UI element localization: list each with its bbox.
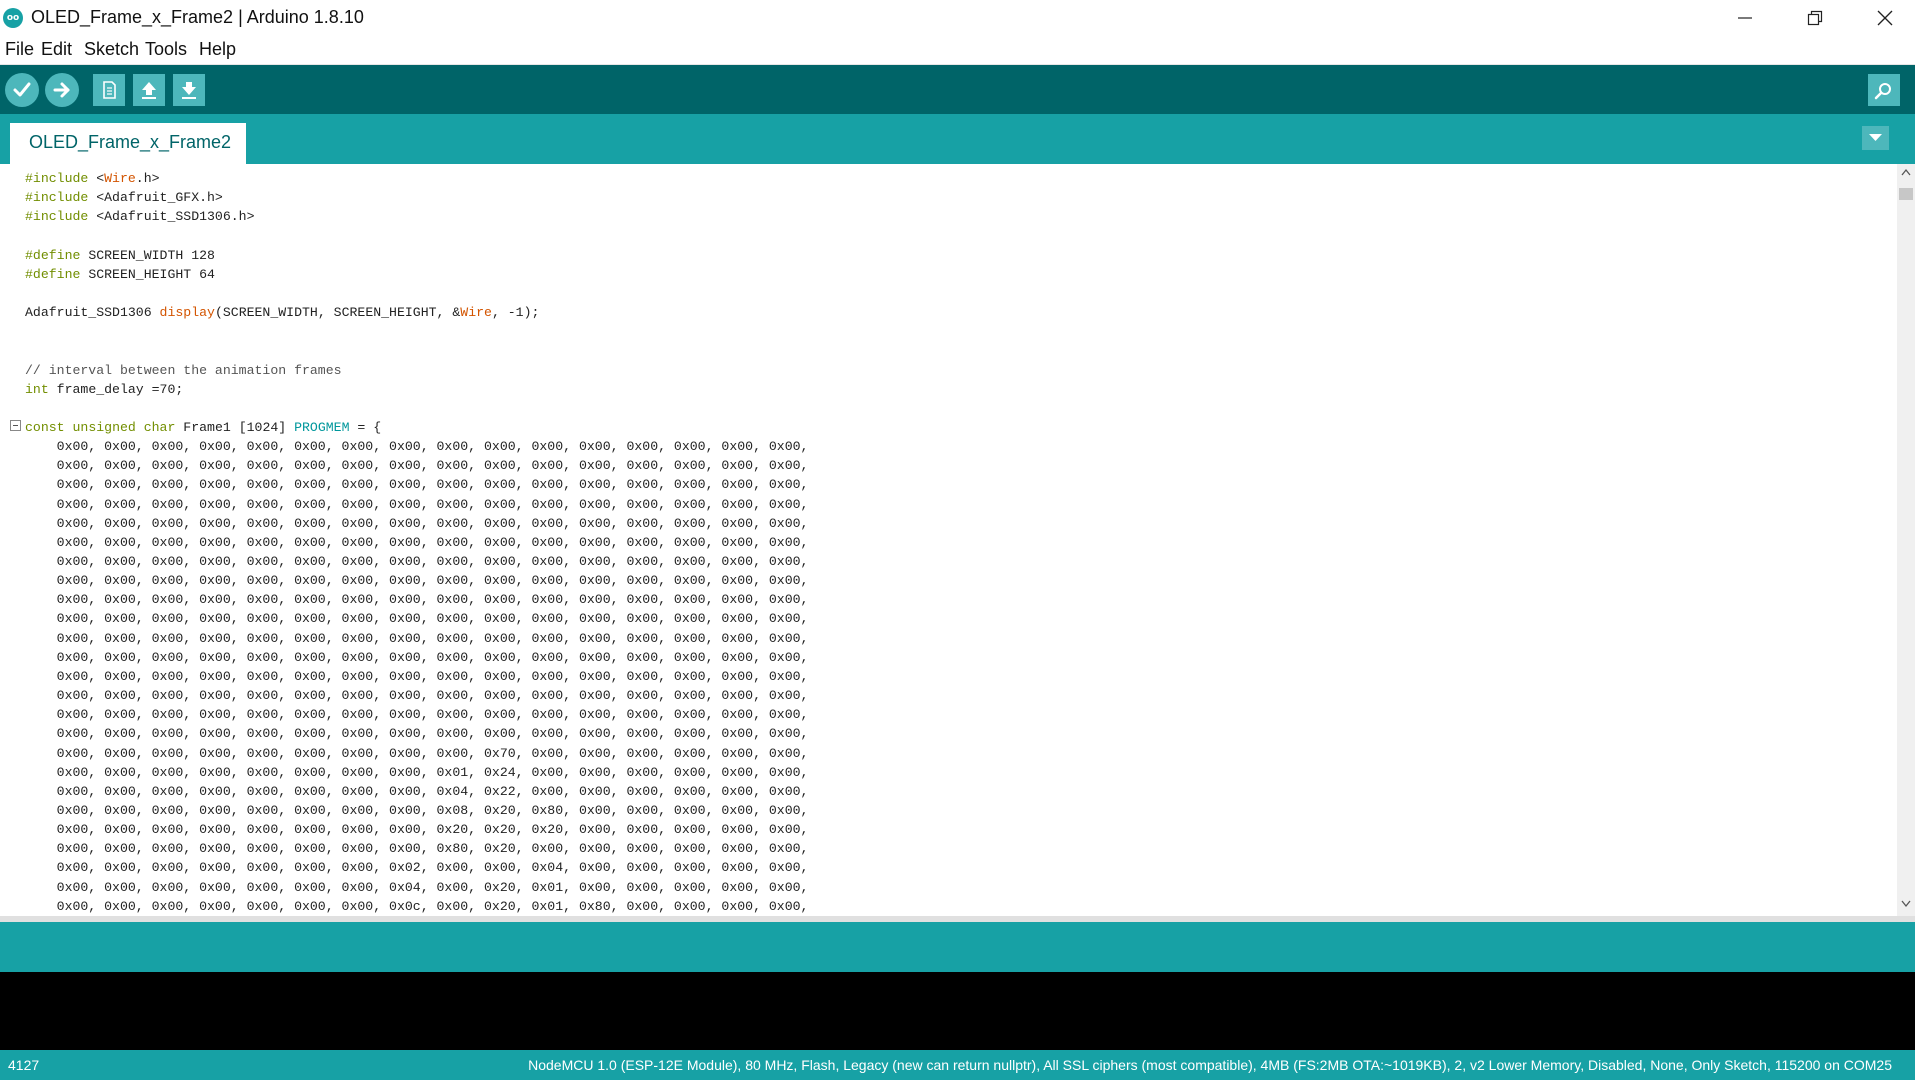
status-bar: 4127 NodeMCU 1.0 (ESP-12E Module), 80 MH… — [0, 1050, 1915, 1080]
code-line: #define SCREEN_HEIGHT 64 — [25, 266, 215, 282]
line-number: 4127 — [8, 1057, 40, 1073]
arduino-logo-icon: oo — [3, 8, 23, 28]
code-line: 0x00, 0x00, 0x00, 0x00, 0x00, 0x00, 0x00… — [25, 707, 809, 723]
minimize-button[interactable] — [1710, 0, 1780, 36]
scroll-up-arrow-icon[interactable] — [1901, 168, 1911, 176]
code-line: #include <Adafruit_SSD1306.h> — [25, 209, 255, 225]
code-line: int frame_delay =70; — [25, 381, 184, 397]
upload-icon — [53, 82, 70, 98]
new-icon — [103, 81, 116, 99]
code-line: 0x00, 0x00, 0x00, 0x00, 0x00, 0x00, 0x00… — [25, 611, 809, 627]
code-line: 0x00, 0x00, 0x00, 0x00, 0x00, 0x00, 0x00… — [25, 534, 809, 550]
tab-menu-button[interactable] — [1862, 126, 1889, 150]
code-line: 0x00, 0x00, 0x00, 0x00, 0x00, 0x00, 0x00… — [25, 592, 809, 608]
menu-help[interactable]: Help — [199, 39, 236, 60]
window-title: OLED_Frame_x_Frame2 | Arduino 1.8.10 — [31, 7, 364, 27]
editor-vertical-scrollbar[interactable] — [1897, 164, 1915, 916]
code-line: 0x00, 0x00, 0x00, 0x00, 0x00, 0x00, 0x00… — [25, 688, 809, 704]
close-button[interactable] — [1850, 0, 1915, 36]
open-icon — [142, 82, 156, 99]
code-line: 0x00, 0x00, 0x00, 0x00, 0x00, 0x00, 0x00… — [25, 439, 809, 455]
code-line: 0x00, 0x00, 0x00, 0x00, 0x00, 0x00, 0x00… — [25, 477, 809, 493]
code-line: 0x00, 0x00, 0x00, 0x00, 0x00, 0x00, 0x00… — [25, 496, 809, 512]
code-line: 0x00, 0x00, 0x00, 0x00, 0x00, 0x00, 0x00… — [25, 783, 809, 799]
code-line: // interval between the animation frames — [25, 362, 342, 378]
code-line: #include <Adafruit_GFX.h> — [25, 190, 223, 206]
open-sketch-button[interactable] — [133, 74, 165, 106]
serial-monitor-button[interactable] — [1868, 74, 1900, 106]
code-line: const unsigned char Frame1 [1024] PROGME… — [25, 419, 382, 435]
code-editor[interactable]: #include <Wire.h> #include <Adafruit_GFX.… — [0, 164, 1897, 916]
code-line: 0x00, 0x00, 0x00, 0x00, 0x00, 0x00, 0x00… — [25, 668, 809, 684]
menu-edit[interactable]: Edit — [41, 39, 72, 60]
code-line: 0x00, 0x00, 0x00, 0x00, 0x00, 0x00, 0x00… — [25, 802, 809, 818]
new-sketch-button[interactable] — [93, 74, 125, 106]
verify-icon — [13, 82, 31, 97]
code-line: 0x00, 0x00, 0x00, 0x00, 0x00, 0x00, 0x00… — [25, 649, 809, 665]
tab-oled-frame-x-frame2[interactable]: OLED_Frame_x_Frame2 — [10, 123, 246, 164]
restore-button[interactable] — [1780, 0, 1850, 36]
save-icon — [182, 82, 196, 99]
fold-collapse-icon[interactable] — [10, 420, 21, 431]
restore-icon — [1807, 10, 1823, 26]
title-bar: oo OLED_Frame_x_Frame2 | Arduino 1.8.10 — [0, 0, 1915, 36]
code-line: 0x00, 0x00, 0x00, 0x00, 0x00, 0x00, 0x00… — [25, 841, 809, 857]
code-line: 0x00, 0x00, 0x00, 0x00, 0x00, 0x00, 0x00… — [25, 458, 809, 474]
code-line: #include <Wire.h> — [25, 171, 160, 186]
toolbar — [0, 65, 1915, 114]
tab-bar: OLED_Frame_x_Frame2 — [0, 114, 1915, 164]
save-sketch-button[interactable] — [173, 74, 205, 106]
code-line: 0x00, 0x00, 0x00, 0x00, 0x00, 0x00, 0x00… — [25, 515, 809, 531]
menu-file[interactable]: File — [5, 39, 34, 60]
code-line: 0x00, 0x00, 0x00, 0x00, 0x00, 0x00, 0x00… — [25, 898, 809, 914]
code-line: 0x00, 0x00, 0x00, 0x00, 0x00, 0x00, 0x00… — [25, 573, 809, 589]
tab-label: OLED_Frame_x_Frame2 — [29, 132, 232, 152]
code-line: 0x00, 0x00, 0x00, 0x00, 0x00, 0x00, 0x00… — [25, 860, 809, 876]
console-output[interactable] — [0, 972, 1915, 1050]
code-line: 0x00, 0x00, 0x00, 0x00, 0x00, 0x00, 0x00… — [25, 879, 809, 895]
upload-button[interactable] — [45, 73, 79, 107]
code-line: 0x00, 0x00, 0x00, 0x00, 0x00, 0x00, 0x00… — [25, 764, 809, 780]
code-line: 0x00, 0x00, 0x00, 0x00, 0x00, 0x00, 0x00… — [25, 822, 809, 838]
menu-bar: File Edit Sketch Tools Help — [0, 36, 1915, 65]
code-line: 0x00, 0x00, 0x00, 0x00, 0x00, 0x00, 0x00… — [25, 726, 809, 742]
code-line: 0x00, 0x00, 0x00, 0x00, 0x00, 0x00, 0x00… — [25, 745, 809, 761]
minimize-icon — [1738, 17, 1752, 19]
scroll-down-arrow-icon[interactable] — [1901, 900, 1911, 908]
code-line: 0x00, 0x00, 0x00, 0x00, 0x00, 0x00, 0x00… — [25, 630, 809, 646]
chevron-down-icon — [1869, 134, 1882, 141]
message-area — [0, 922, 1915, 972]
menu-tools[interactable]: Tools — [145, 39, 187, 60]
code-line: Adafruit_SSD1306 display(SCREEN_WIDTH, S… — [25, 305, 540, 321]
board-info: NodeMCU 1.0 (ESP-12E Module), 80 MHz, Fl… — [528, 1057, 1892, 1073]
menu-sketch[interactable]: Sketch — [84, 39, 139, 60]
scrollbar-thumb[interactable] — [1899, 188, 1913, 200]
close-icon — [1877, 10, 1893, 26]
verify-button[interactable] — [5, 73, 39, 107]
code-line: 0x00, 0x00, 0x00, 0x00, 0x00, 0x00, 0x00… — [25, 554, 809, 569]
code-line: #define SCREEN_WIDTH 128 — [25, 247, 215, 263]
serial-monitor-icon — [1874, 83, 1891, 100]
